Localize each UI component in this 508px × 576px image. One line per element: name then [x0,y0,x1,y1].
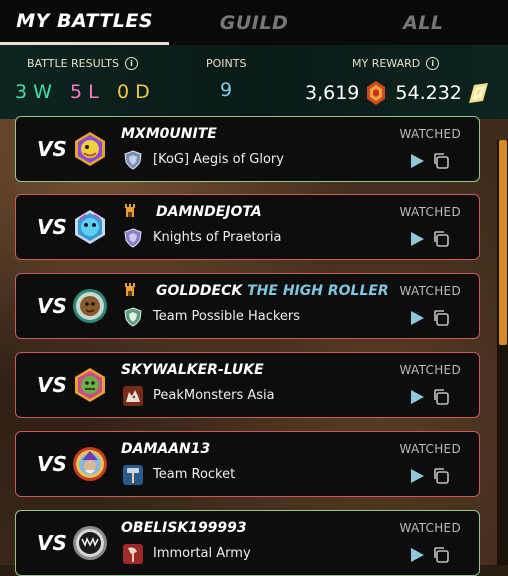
player-name[interactable]: OBELISK199993 [121,520,247,536]
shield-icon [124,228,142,248]
reward-two-value: 54.232 [395,82,462,104]
blue-creature-avatar-icon [75,210,105,244]
vs-label: VS [37,215,67,239]
sps-token-icon [466,81,490,105]
player-name[interactable]: DAMNDEJOTA [156,204,262,220]
copy-icon[interactable] [432,152,450,170]
copy-icon[interactable] [432,546,450,564]
battle-card[interactable]: VS OBELISK199993 Immortal Army WATCHED [15,510,480,576]
battle-card[interactable]: VS GOLDDECK THE HIGH ROLLER Team Possibl… [15,273,480,339]
player-name-text: OBELISK199993 [121,520,247,536]
vs-label: VS [37,531,67,555]
player-title: THE HIGH ROLLER [247,283,389,299]
wins-count: 3 W [15,81,52,103]
goblin-avatar-icon [73,289,107,323]
watched-status: WATCHED [399,442,461,456]
guild-name: Team Rocket [153,467,236,482]
player-name-text: DAMAAN13 [121,441,211,457]
player-name[interactable]: GOLDDECK THE HIGH ROLLER [156,283,389,299]
battle-results-header: BATTLE RESULTS i [27,57,138,70]
tower-icon [125,204,135,217]
play-icon[interactable] [408,230,426,248]
wolf-icon [123,386,143,406]
guild-name: PeakMonsters Asia [153,388,275,403]
vs-label: VS [37,294,67,318]
battle-card[interactable]: VS MXM0UNITE [KoG] Aegis of Glory WATCHE… [15,116,480,182]
tab-guild[interactable]: GUILD [169,0,338,45]
shield-icon [124,150,142,170]
watched-status: WATCHED [399,127,461,141]
play-icon[interactable] [408,309,426,327]
axe-icon [123,544,143,564]
player-name[interactable]: SKYWALKER-LUKE [121,362,264,378]
guild-name: [KoG] Aegis of Glory [153,152,284,167]
losses-count: 5 L [70,81,99,103]
tab-bar: MY BATTLES GUILD ALL [0,0,508,45]
player-name-text: SKYWALKER-LUKE [121,362,264,378]
dec-token-icon [365,80,387,106]
copy-icon[interactable] [432,309,450,327]
points-value: 9 [220,79,233,101]
play-icon[interactable] [408,152,426,170]
vs-label: VS [37,373,67,397]
guild-name: Team Possible Hackers [153,309,301,324]
battle-card[interactable]: VS DAMAAN13 Team Rocket WATCHED [15,431,480,497]
orc-avatar-icon [75,368,105,402]
info-icon[interactable]: i [426,57,440,70]
guild-name: Immortal Army [153,546,251,561]
player-name[interactable]: DAMAAN13 [121,441,210,457]
wizard-avatar-icon [73,447,107,481]
vs-label: VS [37,452,67,476]
points-label: POINTS [206,57,247,70]
copy-icon[interactable] [432,467,450,485]
battle-results-label: BATTLE RESULTS [27,57,119,70]
shield-icon [124,307,142,327]
tower-icon [125,283,135,296]
play-icon[interactable] [408,546,426,564]
reward-label: MY REWARD [352,57,421,70]
battle-card[interactable]: VS DAMNDEJOTA Knights of Praetoria WATCH… [15,194,480,260]
player-name-text: GOLDDECK [156,283,243,299]
play-icon[interactable] [408,467,426,485]
player-name-text: MXM0UNITE [121,126,217,142]
watched-status: WATCHED [399,363,461,377]
vs-label: VS [37,137,67,161]
guild-name: Knights of Praetoria [153,230,282,245]
dragon-avatar-icon [75,132,105,166]
copy-icon[interactable] [432,388,450,406]
play-icon[interactable] [408,388,426,406]
hammer-icon [123,465,143,485]
copy-icon[interactable] [432,230,450,248]
reward-header: MY REWARD i [352,57,440,70]
player-name[interactable]: MXM0UNITE [121,126,217,142]
watched-status: WATCHED [399,521,461,535]
player-name-text: DAMNDEJOTA [156,204,262,220]
watched-status: WATCHED [399,284,461,298]
tab-all[interactable]: ALL [339,0,508,45]
watched-status: WATCHED [399,205,461,219]
battle-card[interactable]: VS SKYWALKER-LUKE PeakMonsters Asia WATC… [15,352,480,418]
monster-avatar-icon [73,526,107,560]
reward-values: 3,619 54.232 [305,80,490,106]
tab-my-battles[interactable]: MY BATTLES [0,0,170,45]
draws-count: 0 D [117,81,150,103]
reward-one-value: 3,619 [305,82,360,104]
info-icon[interactable]: i [124,57,138,70]
scrollbar-thumb[interactable] [499,140,507,345]
